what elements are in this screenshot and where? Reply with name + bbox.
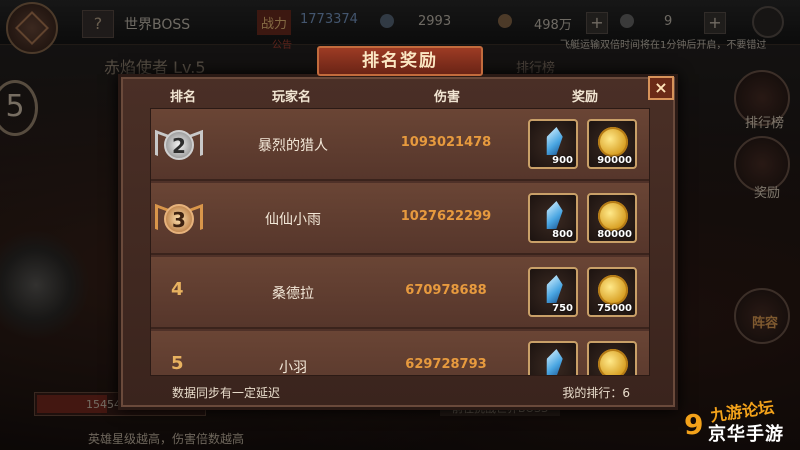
crystal-reward[interactable]: 800 (528, 193, 578, 243)
coin-icon (598, 349, 628, 375)
modal-title: 排名奖励 (317, 46, 483, 76)
coin-qty: 90000 (597, 155, 632, 166)
damage-value: 1093021478 (400, 135, 492, 150)
coin-icon (598, 201, 628, 231)
watermark-logo: 9 九游论坛 京华手游 (684, 398, 800, 450)
watermark-digit: 9 (684, 408, 704, 441)
my-rank: 我的排行：6 (562, 386, 630, 400)
crystal-icon (544, 127, 565, 155)
player-name: 仙仙小雨 (265, 212, 321, 228)
ranking-list[interactable]: 2 暴烈的猎人 1093021478 900 90000 3 仙仙小雨 1027… (150, 108, 650, 376)
player-name: 桑德拉 (272, 286, 314, 302)
crystal-qty: 750 (552, 303, 573, 314)
rank-number: 2 (164, 130, 194, 160)
table-header: 排名 玩家名 伤害 奖励 (150, 82, 648, 106)
coin-qty: 80000 (597, 229, 632, 240)
damage-value: 670978688 (405, 283, 487, 298)
crystal-icon (544, 201, 565, 229)
sync-delay-note: 数据同步有一定延迟 (172, 386, 281, 400)
crystal-qty: 900 (552, 155, 573, 166)
modal-footer: 数据同步有一定延迟 我的排行：6 (150, 376, 650, 406)
rank-number: 4 (171, 279, 184, 300)
header-damage: 伤害 (434, 90, 461, 105)
coin-reward[interactable]: 75000 (587, 267, 637, 317)
table-row: 2 暴烈的猎人 1093021478 900 90000 (151, 109, 649, 181)
table-row: 4 桑德拉 670978688 750 75000 (151, 257, 649, 329)
rank-number: 3 (164, 204, 194, 234)
header-reward: 奖励 (572, 90, 599, 105)
coin-icon (598, 275, 628, 305)
coin-reward[interactable] (587, 341, 637, 375)
crystal-reward[interactable]: 900 (528, 119, 578, 169)
bronze-rank-badge-icon: 3 (155, 195, 203, 243)
damage-value: 629728793 (405, 357, 487, 372)
crystal-icon (544, 275, 565, 303)
close-button[interactable]: × (648, 76, 674, 100)
coin-icon (598, 127, 628, 157)
crystal-qty: 800 (552, 229, 573, 240)
header-rank: 排名 (170, 90, 197, 105)
crystal-reward[interactable] (528, 341, 578, 376)
header-player: 玩家名 (272, 90, 312, 105)
crystal-icon (544, 349, 565, 376)
table-row: 3 仙仙小雨 1027622299 800 80000 (151, 183, 649, 255)
watermark-bottom: 京华手游 (708, 424, 784, 445)
crystal-reward[interactable]: 750 (528, 267, 578, 317)
table-row: 5 小羽 629728793 (151, 331, 649, 376)
rank-number: 5 (171, 353, 184, 374)
coin-reward[interactable]: 90000 (587, 119, 637, 169)
silver-rank-badge-icon: 2 (155, 121, 203, 169)
player-name: 暴烈的猎人 (258, 138, 328, 154)
player-name: 小羽 (279, 360, 307, 376)
coin-qty: 75000 (597, 303, 632, 314)
coin-reward[interactable]: 80000 (587, 193, 637, 243)
damage-value: 1027622299 (400, 209, 492, 224)
